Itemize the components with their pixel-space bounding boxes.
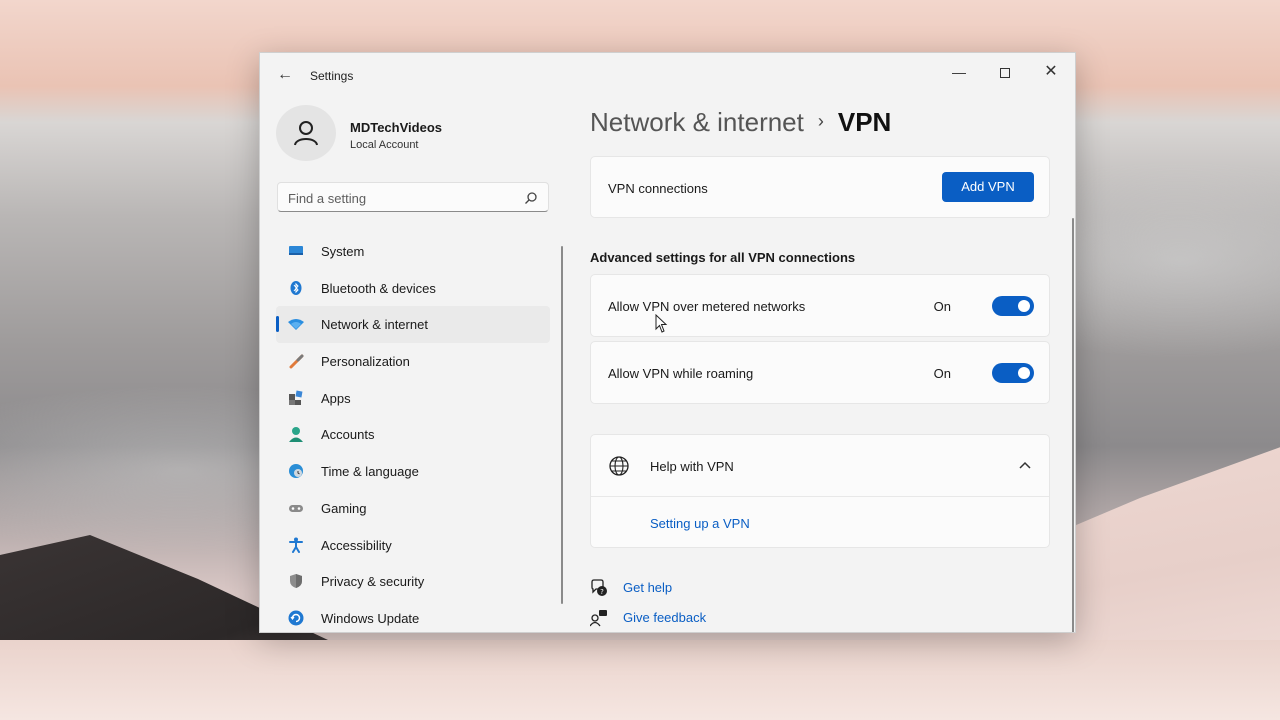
- system-icon: [289, 246, 303, 255]
- sidebar-item-accessibility[interactable]: Accessibility: [276, 527, 550, 564]
- sidebar-item-accounts[interactable]: Accounts: [276, 416, 550, 453]
- vpn-connections-label: VPN connections: [608, 181, 708, 196]
- sidebar-item-bluetooth[interactable]: Bluetooth & devices: [276, 270, 550, 307]
- sidebar-item-label: Time & language: [321, 464, 419, 480]
- search-box[interactable]: Find a setting: [277, 182, 549, 212]
- add-vpn-button[interactable]: Add VPN: [942, 172, 1034, 202]
- settings-window: ← Settings — ✕ MDTechVideos Local Accoun…: [259, 52, 1076, 633]
- page-title: VPN: [837, 107, 892, 137]
- search-icon[interactable]: [524, 191, 538, 205]
- account-type: Local Account: [350, 139, 419, 151]
- sidebar-item-label: Privacy & security: [321, 574, 425, 590]
- main-content: Network & internet › VPN VPN connections A…: [590, 53, 1060, 632]
- get-help-row[interactable]: ? Get help: [590, 577, 790, 599]
- sidebar-item-label: Bluetooth & devices: [321, 280, 436, 296]
- roaming-toggle[interactable]: [992, 363, 1034, 383]
- app-title: Settings: [310, 69, 354, 83]
- sidebar-item-personalization[interactable]: Personalization: [276, 343, 550, 380]
- chevron-up-icon[interactable]: [1019, 461, 1031, 469]
- breadcrumb-chevron-icon: ›: [817, 111, 824, 131]
- metered-networks-label: Allow VPN over metered networks: [608, 299, 806, 314]
- help-with-vpn-card: Help with VPN Setting up a VPN: [590, 434, 1050, 548]
- metered-networks-toggle[interactable]: [992, 296, 1034, 316]
- help-divider: [591, 496, 1049, 497]
- shield-icon: [290, 574, 302, 589]
- metered-toggle-state: On: [933, 299, 951, 314]
- back-arrow-icon: ←: [277, 66, 293, 83]
- avatar: [276, 105, 336, 161]
- setting-up-vpn-link[interactable]: Setting up a VPN: [650, 516, 750, 531]
- apps-icon: [289, 390, 303, 405]
- sidebar-item-windows-update[interactable]: Windows Update: [276, 600, 550, 632]
- svg-text:?: ?: [600, 588, 604, 596]
- main-scrollbar[interactable]: [1072, 218, 1074, 632]
- sidebar-item-privacy-security[interactable]: Privacy & security: [276, 563, 550, 600]
- sidebar-item-system[interactable]: System: [276, 233, 550, 270]
- advanced-settings-heading: Advanced settings for all VPN connection…: [590, 250, 856, 265]
- user-icon: [294, 121, 318, 146]
- search-placeholder: Find a setting: [288, 191, 367, 206]
- wifi-icon: [288, 319, 304, 331]
- sidebar-item-label: Apps: [321, 390, 351, 406]
- sidebar-item-apps[interactable]: Apps: [276, 380, 550, 417]
- sidebar-item-label: Accessibility: [321, 537, 392, 553]
- sidebar-nav: System Bluetooth & devices Network & int…: [276, 233, 550, 632]
- globe-clock-icon: [289, 464, 303, 479]
- sidebar-item-label: Gaming: [321, 500, 367, 516]
- gamepad-icon: [289, 504, 303, 512]
- user-name: MDTechVideos: [350, 120, 442, 135]
- accessibility-icon: [289, 537, 303, 553]
- sidebar-item-label: System: [321, 244, 365, 259]
- give-feedback-row[interactable]: Give feedback: [590, 607, 790, 629]
- feedback-icon: [590, 610, 607, 627]
- breadcrumb: Network & internet › VPN: [590, 107, 891, 138]
- roaming-toggle-state: On: [933, 366, 951, 381]
- wallpaper-snow-floor: [0, 640, 1280, 720]
- sidebar-scrollbar[interactable]: [561, 246, 563, 604]
- mouse-cursor-icon: [655, 314, 668, 333]
- sidebar-item-time-language[interactable]: Time & language: [276, 453, 550, 490]
- vpn-connections-card: VPN connections Add VPN: [590, 156, 1050, 218]
- sidebar-item-label: Personalization: [321, 354, 410, 370]
- sidebar-item-gaming[interactable]: Gaming: [276, 490, 550, 527]
- accounts-icon: [289, 427, 303, 443]
- get-help-link[interactable]: Get help: [623, 580, 672, 595]
- sidebar-item-label: Accounts: [321, 427, 375, 443]
- update-icon: [288, 610, 304, 626]
- brush-icon: [289, 354, 304, 369]
- sidebar-item-label: Network & internet: [321, 317, 428, 333]
- roaming-setting: Allow VPN while roaming On: [590, 341, 1050, 404]
- back-button[interactable]: ←: [274, 65, 296, 85]
- give-feedback-link[interactable]: Give feedback: [623, 610, 706, 625]
- sidebar-item-network[interactable]: Network & internet: [276, 306, 550, 344]
- user-profile[interactable]: MDTechVideos Local Account: [276, 105, 556, 161]
- bluetooth-icon: [290, 280, 302, 295]
- help-with-vpn-title[interactable]: Help with VPN: [650, 459, 734, 474]
- sidebar-item-label: Windows Update: [321, 610, 420, 626]
- get-help-icon: ?: [591, 579, 607, 596]
- roaming-label: Allow VPN while roaming: [608, 366, 754, 381]
- globe-icon: [609, 456, 629, 476]
- breadcrumb-parent[interactable]: Network & internet: [590, 107, 804, 137]
